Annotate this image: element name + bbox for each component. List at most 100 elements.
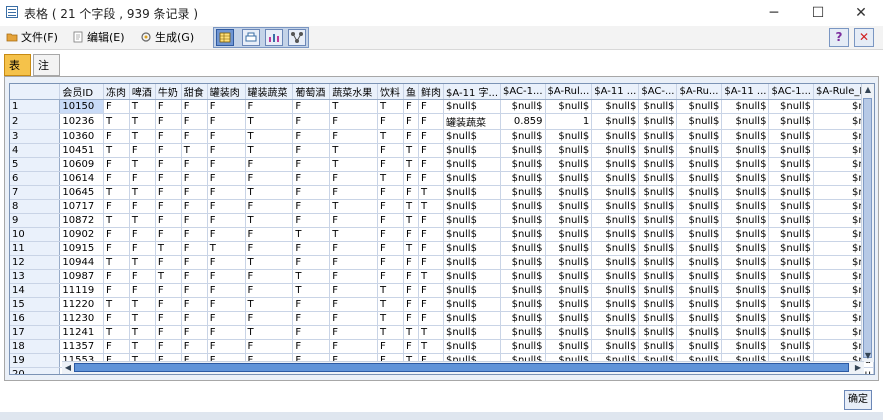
table-row[interactable]: 11 10915 F F T F T F F F F T F $null$ $null$ $null$ $nul… <box>10 241 874 256</box>
scroll-up-icon[interactable]: ▲ <box>863 85 873 95</box>
table-cell[interactable]: F <box>207 311 246 326</box>
table-cell[interactable]: F <box>292 185 331 200</box>
table-cell[interactable]: 10987 <box>59 269 104 284</box>
table-cell[interactable]: T <box>103 185 130 200</box>
table-cell[interactable]: $null$ <box>676 213 723 228</box>
table-cell[interactable]: F <box>329 113 379 130</box>
table-cell[interactable]: F <box>403 171 419 186</box>
table-cell[interactable]: $null$ <box>676 269 723 284</box>
table-cell[interactable]: $null$ <box>443 99 502 114</box>
table-cell[interactable]: F <box>207 113 246 130</box>
table-cell[interactable]: F <box>181 129 208 144</box>
table-cell[interactable]: $null$ <box>591 143 640 158</box>
table-cell[interactable]: F <box>181 199 208 214</box>
table-cell[interactable]: F <box>103 227 130 242</box>
table-cell[interactable]: $null$ <box>591 129 640 144</box>
table-cell[interactable]: F <box>155 171 182 186</box>
column-header[interactable]: $A-11 ... <box>591 84 640 100</box>
table-cell[interactable]: $null$ <box>676 255 723 270</box>
table-cell[interactable]: $null$ <box>545 213 593 228</box>
table-cell[interactable]: F <box>403 129 419 144</box>
table-cell[interactable]: $null$ <box>768 311 814 326</box>
scroll-right-icon[interactable]: ▶ <box>853 363 863 373</box>
table-cell[interactable]: $null$ <box>591 227 640 242</box>
table-cell[interactable]: F <box>207 185 246 200</box>
row-number-cell[interactable]: 8 <box>10 199 61 214</box>
table-cell[interactable]: $null$ <box>721 297 770 312</box>
table-cell[interactable]: $null$ <box>500 311 546 326</box>
table-cell[interactable]: $null$ <box>721 241 770 256</box>
row-number-cell[interactable]: 16 <box>10 311 61 326</box>
table-cell[interactable]: F <box>181 185 208 200</box>
table-cell[interactable]: T <box>129 157 156 172</box>
table-cell[interactable]: $null$ <box>443 255 502 270</box>
table-cell[interactable]: T <box>103 255 130 270</box>
table-cell[interactable]: 10609 <box>59 157 104 172</box>
table-row[interactable]: 4 10451 T F F T F T F T F T F $null$ $null$ $null$ $null… <box>10 143 874 158</box>
table-cell[interactable]: $null$ <box>721 99 770 114</box>
table-cell[interactable]: $null$ <box>443 311 502 326</box>
column-header[interactable]: 鱼 <box>403 84 419 100</box>
table-cell[interactable]: F <box>329 269 379 284</box>
table-cell[interactable]: $null$ <box>721 311 770 326</box>
table-cell[interactable]: F <box>377 199 404 214</box>
table-cell[interactable]: $null$ <box>768 241 814 256</box>
table-cell[interactable]: F <box>181 157 208 172</box>
table-cell[interactable]: T <box>103 325 130 340</box>
table-cell[interactable]: $null$ <box>721 113 770 130</box>
table-cell[interactable]: F <box>292 157 331 172</box>
table-cell[interactable]: 10944 <box>59 255 104 270</box>
table-cell[interactable]: F <box>403 311 419 326</box>
table-cell[interactable]: F <box>155 255 182 270</box>
close-panel-button[interactable]: ✕ <box>854 28 874 47</box>
table-cell[interactable]: F <box>245 199 294 214</box>
table-cell[interactable]: $null$ <box>721 171 770 186</box>
table-cell[interactable]: 罐装蔬菜 <box>443 113 502 130</box>
table-cell[interactable]: F <box>403 185 419 200</box>
table-cell[interactable]: T <box>292 227 331 242</box>
table-cell[interactable]: T <box>418 269 444 284</box>
table-cell[interactable]: $null$ <box>638 171 678 186</box>
table-cell[interactable]: F <box>155 213 182 228</box>
table-cell[interactable]: $null$ <box>721 199 770 214</box>
table-cell[interactable]: F <box>329 311 379 326</box>
table-cell[interactable]: F <box>103 199 130 214</box>
table-cell[interactable]: $null$ <box>500 129 546 144</box>
table-cell[interactable]: $null$ <box>443 297 502 312</box>
table-cell[interactable]: $null$ <box>591 269 640 284</box>
table-cell[interactable]: $null$ <box>676 325 723 340</box>
table-cell[interactable]: $null$ <box>591 283 640 298</box>
vertical-scroll-thumb[interactable] <box>863 98 872 358</box>
table-cell[interactable]: F <box>418 157 444 172</box>
table-cell[interactable]: F <box>292 255 331 270</box>
table-cell[interactable]: F <box>207 255 246 270</box>
table-cell[interactable]: $null$ <box>638 339 678 354</box>
table-cell[interactable]: $null$ <box>768 171 814 186</box>
table-cell[interactable]: T <box>403 157 419 172</box>
table-row[interactable]: 7 10645 T T F F F T F F F F T $null$ $null$ $null$ $null… <box>10 185 874 200</box>
table-cell[interactable]: T <box>329 157 379 172</box>
table-row[interactable]: 14 11119 F F F F F F T F T F F $null$ $null$ $null$ $nul… <box>10 283 874 298</box>
table-cell[interactable]: F <box>181 283 208 298</box>
table-row[interactable]: 17 11241 T T F F F T F F T T T $null$ $null$ $null$ $nul… <box>10 325 874 340</box>
table-cell[interactable]: F <box>377 339 404 354</box>
table-cell[interactable]: T <box>129 113 156 130</box>
table-cell[interactable]: T <box>245 325 294 340</box>
table-cell[interactable]: $null$ <box>545 311 593 326</box>
table-cell[interactable]: F <box>418 143 444 158</box>
table-cell[interactable]: $null$ <box>500 255 546 270</box>
table-cell[interactable]: $null$ <box>443 157 502 172</box>
table-cell[interactable]: T <box>377 325 404 340</box>
table-cell[interactable]: $null$ <box>721 213 770 228</box>
table-cell[interactable]: $null$ <box>500 199 546 214</box>
table-cell[interactable]: $null$ <box>721 325 770 340</box>
table-cell[interactable]: $null$ <box>676 185 723 200</box>
table-cell[interactable]: F <box>207 143 246 158</box>
table-cell[interactable]: $null$ <box>545 171 593 186</box>
table-cell[interactable]: F <box>292 99 331 114</box>
table-cell[interactable]: $null$ <box>443 143 502 158</box>
table-cell[interactable]: F <box>155 185 182 200</box>
table-cell[interactable]: $null$ <box>676 171 723 186</box>
table-cell[interactable]: $null$ <box>721 227 770 242</box>
table-cell[interactable]: $null$ <box>721 143 770 158</box>
